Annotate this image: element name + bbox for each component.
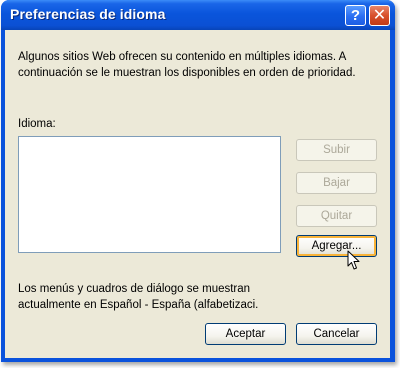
status-line-2: actualmente en Español - España (alfabet…: [18, 299, 259, 311]
move-up-button[interactable]: Subir: [296, 139, 377, 161]
language-listbox[interactable]: [18, 136, 281, 253]
status-line-1: Los menús y cuadros de diálogo se muestr…: [18, 283, 251, 295]
cancel-button[interactable]: Cancelar: [296, 323, 377, 345]
mouse-pointer-icon: [347, 250, 360, 270]
close-button[interactable]: ✕: [369, 5, 390, 26]
title-bar[interactable]: Preferencias de idioma ? ✕: [1, 0, 395, 30]
move-down-button[interactable]: Bajar: [296, 172, 377, 194]
remove-button[interactable]: Quitar: [296, 205, 377, 227]
description-text: Algunos sitios Web ofrecen su contenido …: [18, 49, 378, 81]
description-line-1: Algunos sitios Web ofrecen su contenido …: [18, 51, 347, 63]
accept-button[interactable]: Aceptar: [205, 323, 286, 345]
add-button[interactable]: Agregar...: [296, 235, 377, 257]
help-button[interactable]: ?: [345, 5, 366, 26]
current-language-status: Los menús y cuadros de diálogo se muestr…: [18, 281, 378, 313]
description-line-2: continuación se le muestran los disponib…: [18, 67, 356, 79]
language-list-label: Idioma:: [18, 118, 56, 130]
window-title: Preferencias de idioma: [10, 6, 166, 22]
